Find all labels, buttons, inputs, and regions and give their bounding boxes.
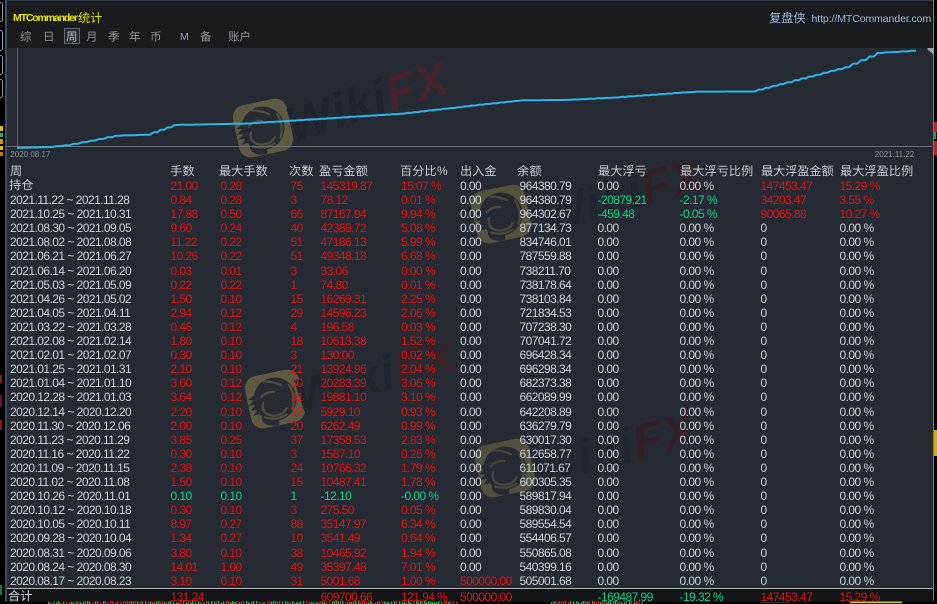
svg-text:WikiFX: WikiFX (280, 51, 457, 152)
svg-text:WikiFX: WikiFX (288, 329, 465, 424)
